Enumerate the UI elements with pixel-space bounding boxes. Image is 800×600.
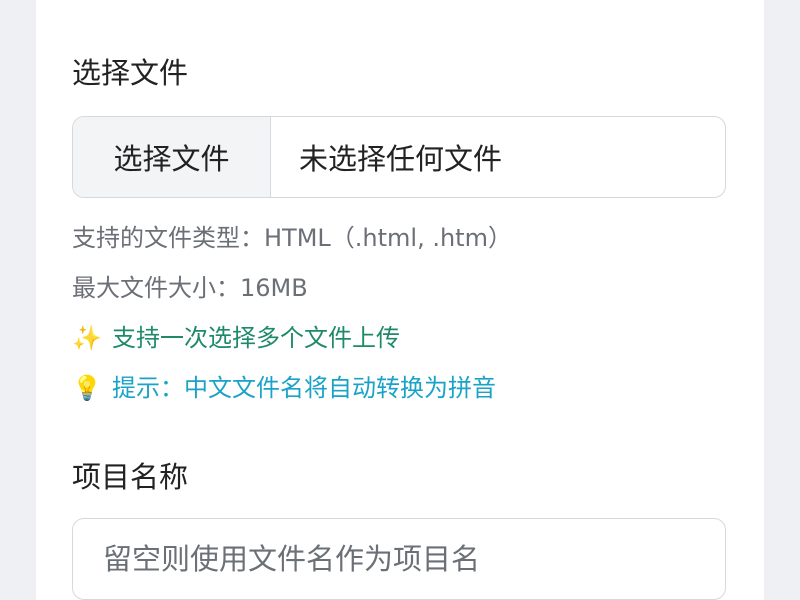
- multi-upload-hint: ✨ 支持一次选择多个文件上传: [72, 318, 400, 353]
- choose-file-button[interactable]: 选择文件: [73, 117, 271, 197]
- lightbulb-icon: 💡: [72, 374, 102, 402]
- file-input[interactable]: 选择文件 未选择任何文件: [72, 116, 726, 198]
- pinyin-hint-text: 提示：中文文件名将自动转换为拼音: [112, 374, 496, 402]
- project-name-label: 项目名称: [72, 460, 189, 494]
- project-name-input[interactable]: [72, 518, 726, 600]
- multi-upload-hint-text: 支持一次选择多个文件上传: [112, 324, 400, 352]
- sparkles-icon: ✨: [72, 324, 102, 352]
- file-select-label: 选择文件: [72, 56, 189, 90]
- upload-form-card: 选择文件 选择文件 未选择任何文件 支持的文件类型：HTML（.html, .h…: [36, 0, 764, 600]
- pinyin-hint: 💡 提示：中文文件名将自动转换为拼音: [72, 368, 496, 403]
- supported-types-hint: 支持的文件类型：HTML（.html, .htm）: [72, 224, 512, 252]
- file-status-text: 未选择任何文件: [299, 142, 503, 176]
- max-size-hint: 最大文件大小：16MB: [72, 274, 308, 302]
